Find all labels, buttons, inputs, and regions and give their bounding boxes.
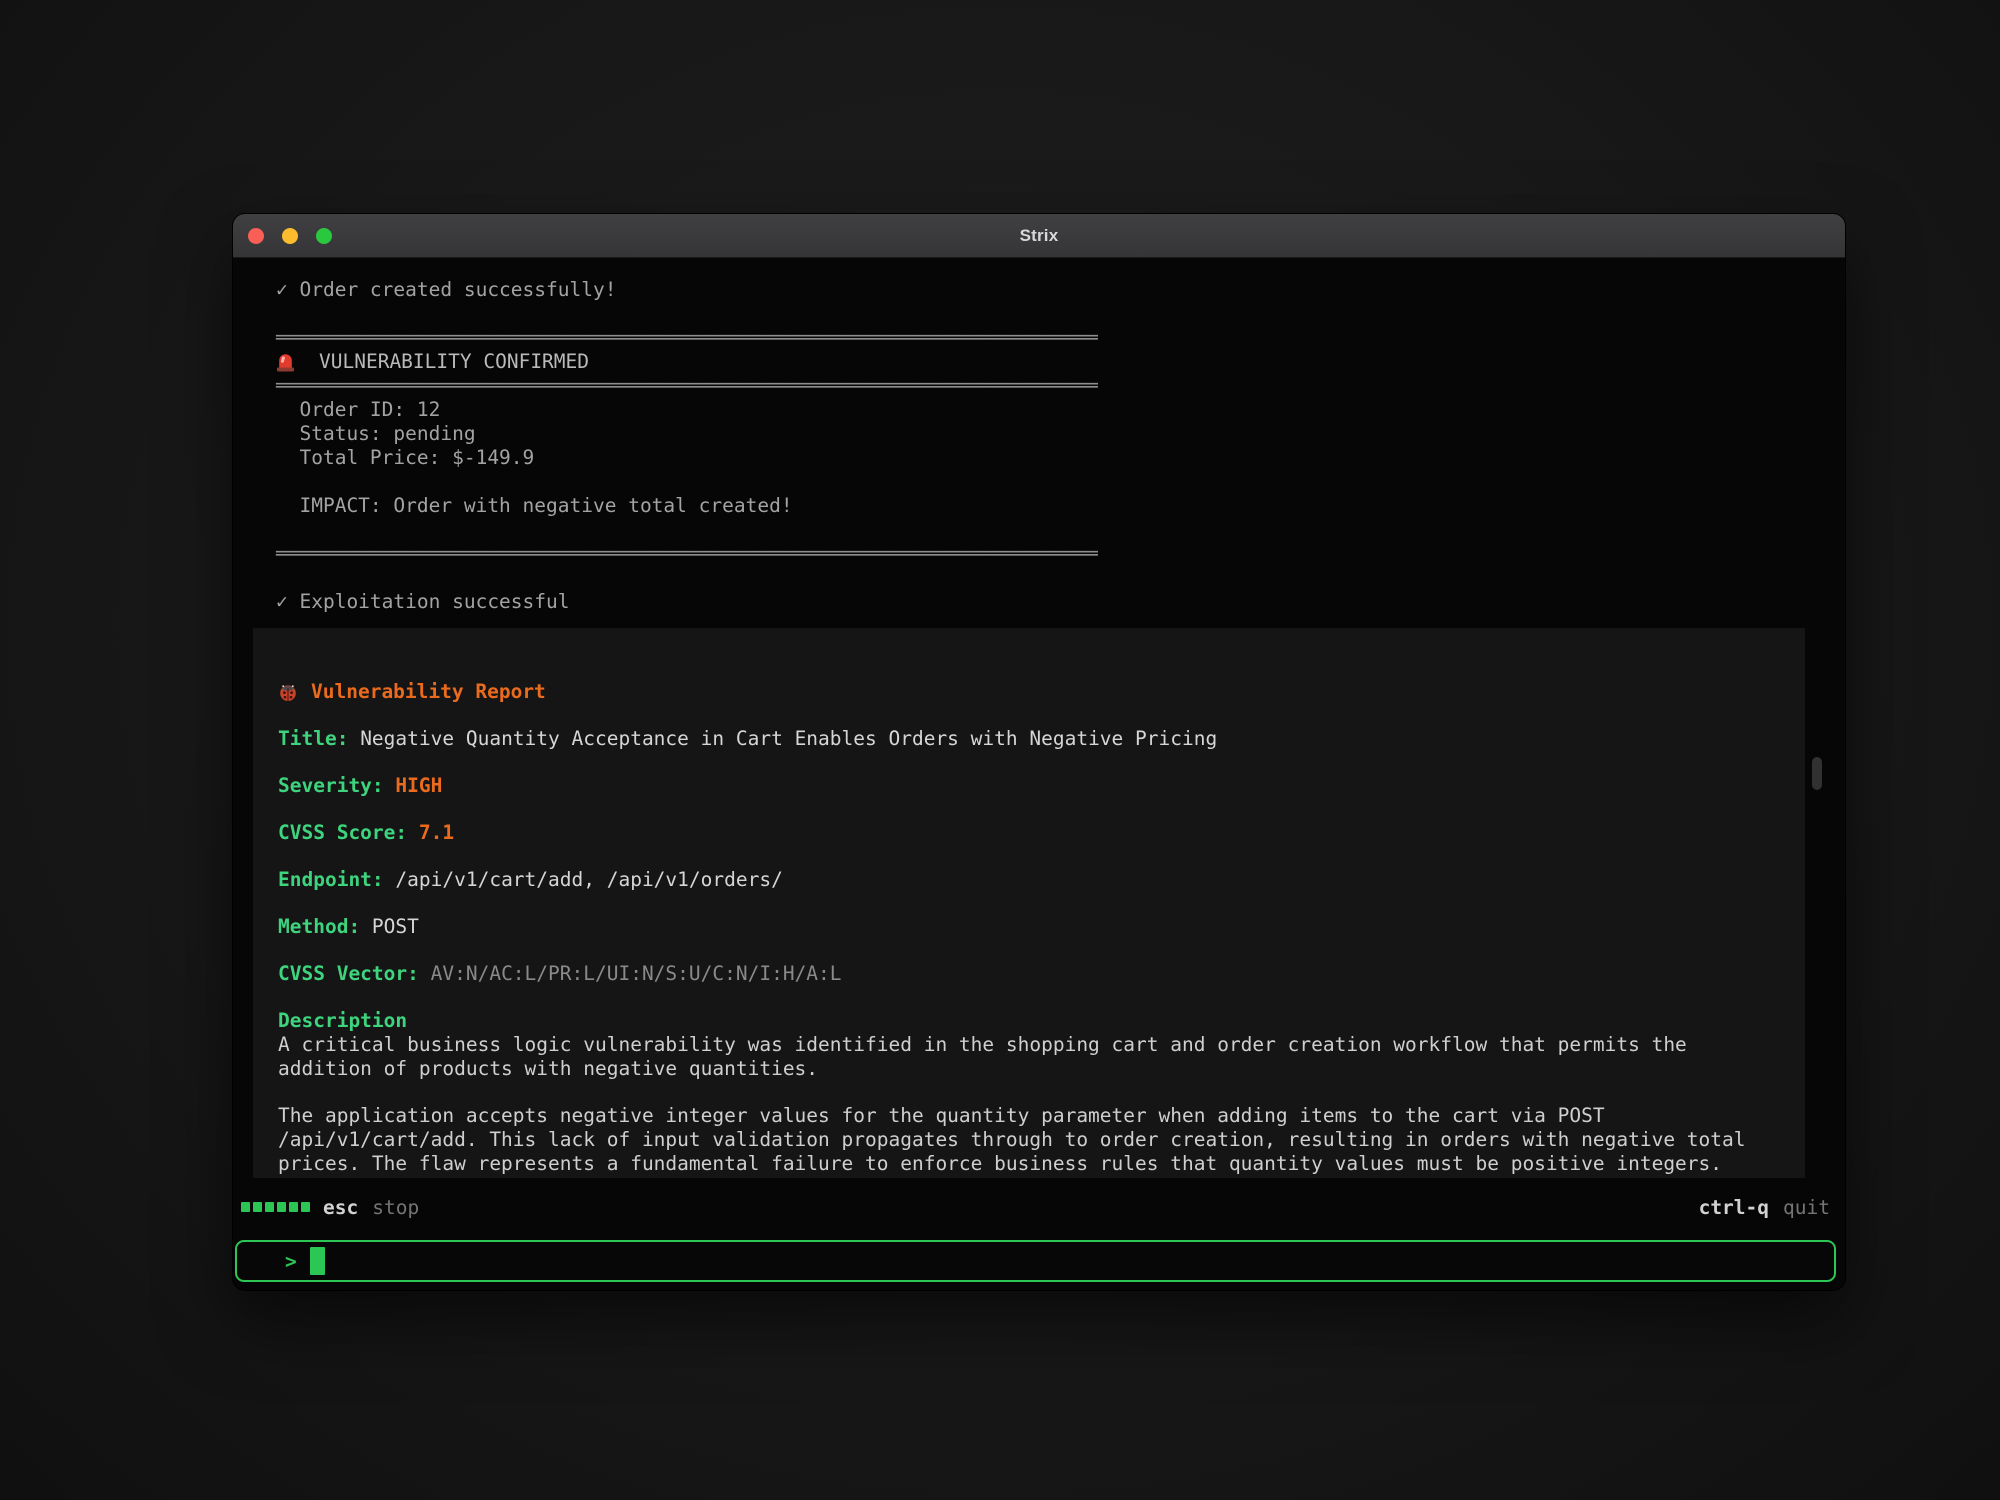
quit-hint[interactable]: ctrl-q quit xyxy=(1699,1196,1830,1219)
report-method-row: Method: POST xyxy=(278,915,1805,939)
report-cvss-vector-row: CVSS Vector: AV:N/AC:L/PR:L/UI:N/S:U/C:N… xyxy=(278,962,1805,986)
blank-line xyxy=(276,566,1845,590)
cvss-score-value: 7.1 xyxy=(419,821,454,845)
order-success-line: ✓ Order created successfully! xyxy=(276,278,1845,302)
title-label: Title: xyxy=(278,727,360,751)
activity-spinner-icon xyxy=(241,1202,310,1212)
report-endpoint-row: Endpoint: /api/v1/cart/add, /api/v1/orde… xyxy=(278,868,1805,892)
method-value: POST xyxy=(372,915,419,939)
report-header-row: Vulnerability Report xyxy=(278,680,1805,704)
endpoint-value: /api/v1/cart/add, /api/v1/orders/ xyxy=(395,868,782,892)
separator-line: ════════════════════════════════════════… xyxy=(276,542,1845,566)
vuln-confirmed-line: VULNERABILITY CONFIRMED xyxy=(276,350,1845,374)
total-price-line: Total Price: $-149.9 xyxy=(276,446,1845,470)
order-id-line: Order ID: 12 xyxy=(276,398,1845,422)
description-heading: Description xyxy=(278,1009,407,1033)
ladybug-icon xyxy=(278,682,298,702)
vulnerability-report-panel[interactable]: Vulnerability Report Title: Negative Qua… xyxy=(253,628,1805,1178)
separator-line: ════════════════════════════════════════… xyxy=(276,374,1845,398)
endpoint-label: Endpoint: xyxy=(278,868,395,892)
report-title-row: Title: Negative Quantity Acceptance in C… xyxy=(278,727,1805,751)
esc-action-label: stop xyxy=(372,1196,419,1219)
description-paragraph-1: A critical business logic vulnerability … xyxy=(278,1033,1760,1081)
impact-line: IMPACT: Order with negative total create… xyxy=(276,494,1845,518)
title-value: Negative Quantity Acceptance in Cart Ena… xyxy=(360,727,1217,751)
blank-line xyxy=(276,470,1845,494)
description-heading-row: Description xyxy=(278,1009,1805,1033)
blank-line xyxy=(276,302,1845,326)
traffic-lights xyxy=(248,228,332,244)
zoom-window-button[interactable] xyxy=(316,228,332,244)
command-input[interactable]: > xyxy=(235,1240,1836,1282)
quit-action-label: quit xyxy=(1783,1196,1830,1219)
report-cvss-score-row: CVSS Score: 7.1 xyxy=(278,821,1805,845)
ctrl-q-keycap[interactable]: ctrl-q xyxy=(1699,1196,1769,1219)
description-paragraph-2: The application accepts negative integer… xyxy=(278,1104,1760,1176)
severity-label: Severity: xyxy=(278,774,395,798)
window-title: Strix xyxy=(1020,226,1059,246)
severity-value: HIGH xyxy=(395,774,442,798)
close-window-button[interactable] xyxy=(248,228,264,244)
blank-line xyxy=(276,518,1845,542)
report-severity-row: Severity: HIGH xyxy=(278,774,1805,798)
esc-keycap[interactable]: esc xyxy=(323,1196,358,1219)
desktop-background: Strix ✓ Order created successfully! ════… xyxy=(0,0,2000,1500)
minimize-window-button[interactable] xyxy=(282,228,298,244)
window-titlebar[interactable]: Strix xyxy=(233,214,1845,258)
cvss-vector-value: AV:N/AC:L/PR:L/UI:N/S:U/C:N/I:H/A:L xyxy=(431,962,842,986)
strix-terminal-window: Strix ✓ Order created successfully! ════… xyxy=(233,214,1845,1290)
cvss-score-label: CVSS Score: xyxy=(278,821,419,845)
status-bar: esc stop ctrl-q quit xyxy=(241,1194,1830,1220)
cvss-vector-label: CVSS Vector: xyxy=(278,962,431,986)
report-header-text: Vulnerability Report xyxy=(311,680,546,704)
method-label: Method: xyxy=(278,915,372,939)
exploitation-success-line: ✓ Exploitation successful xyxy=(276,590,1845,614)
terminal-log: ✓ Order created successfully! ══════════… xyxy=(233,258,1845,614)
siren-icon xyxy=(276,351,295,373)
text-cursor xyxy=(310,1247,325,1275)
stop-hint[interactable]: esc stop xyxy=(241,1196,419,1219)
vuln-confirmed-text: VULNERABILITY CONFIRMED xyxy=(319,350,589,374)
prompt-chevron: > xyxy=(285,1250,297,1273)
scrollbar-thumb[interactable] xyxy=(1812,757,1822,790)
separator-line: ════════════════════════════════════════… xyxy=(276,326,1845,350)
order-status-line: Status: pending xyxy=(276,422,1845,446)
